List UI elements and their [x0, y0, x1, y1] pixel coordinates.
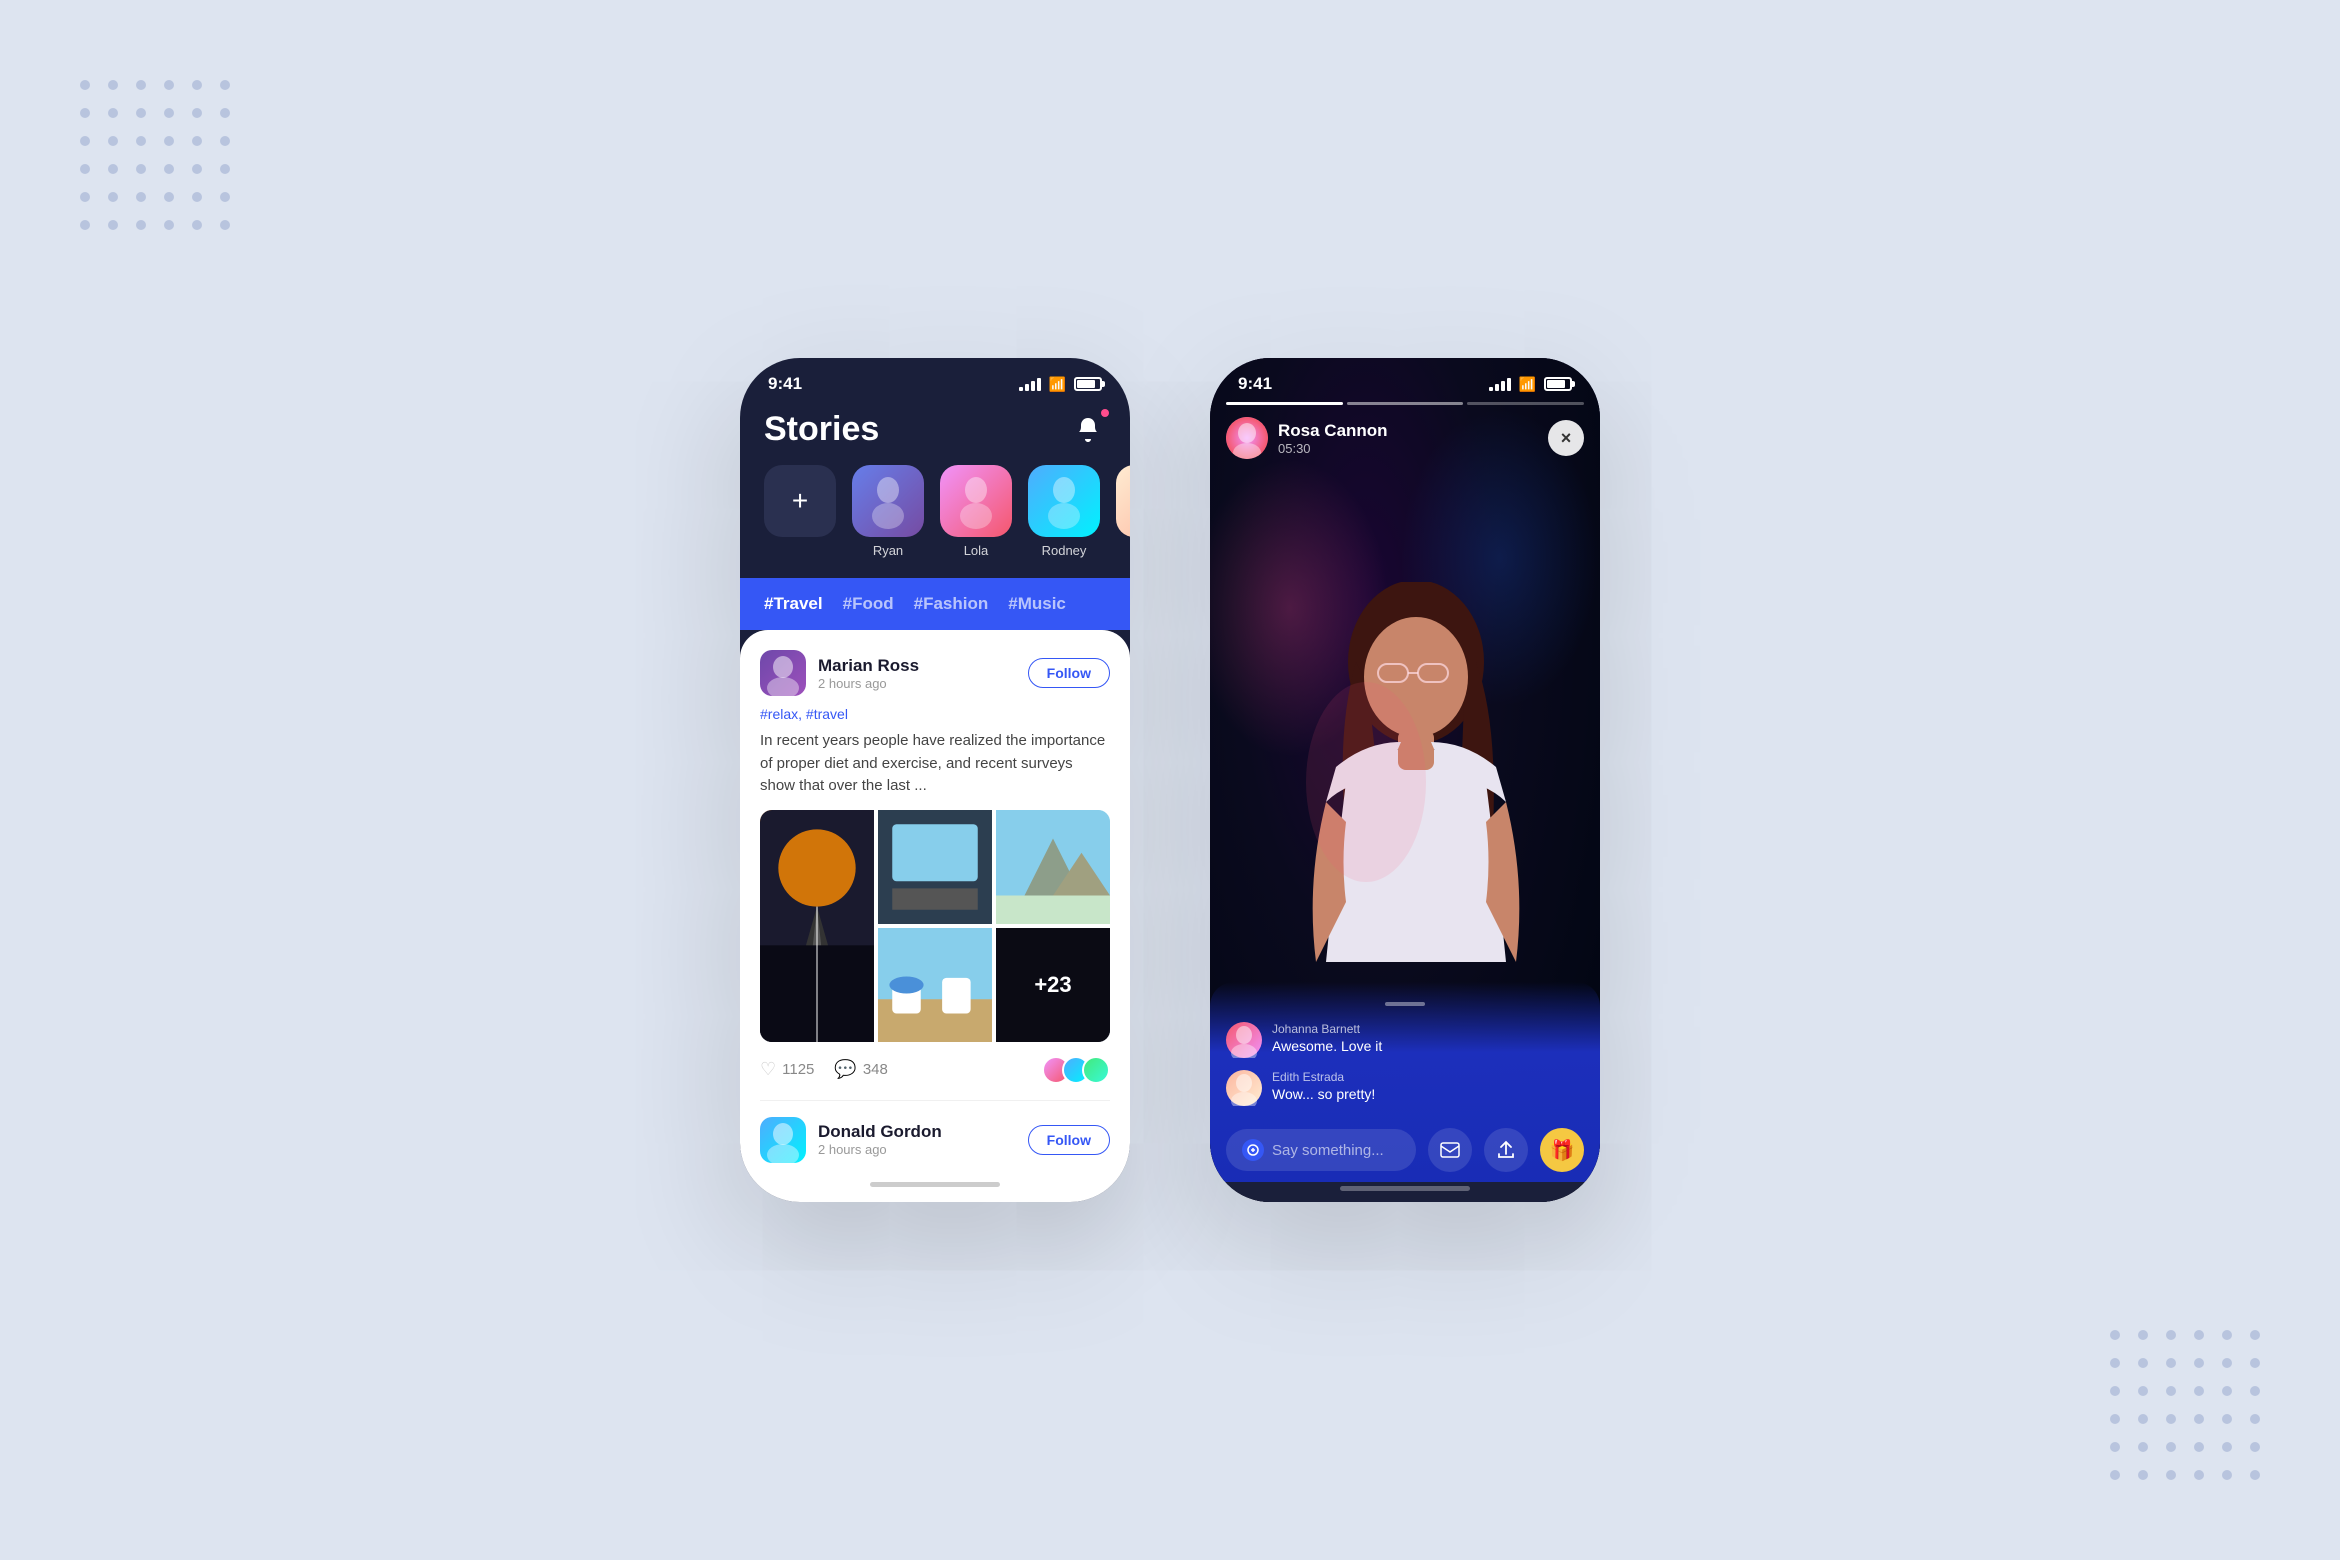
tag-travel[interactable]: #Travel [764, 594, 823, 614]
story-progress-bars [1210, 394, 1600, 413]
post-image-4[interactable] [878, 928, 992, 1042]
comments-count: 348 [863, 1061, 888, 1078]
share-button[interactable] [1484, 1128, 1528, 1172]
post-time-2: 2 hours ago [818, 1142, 942, 1157]
time-left: 9:41 [768, 374, 802, 394]
follow-button-1[interactable]: Follow [1028, 658, 1110, 688]
comments-stat[interactable]: 💬 348 [834, 1059, 887, 1080]
tag-music[interactable]: #Music [1008, 594, 1066, 614]
post-card-1: Marian Ross 2 hours ago Follow #relax, #… [760, 650, 1110, 1084]
right-phone: 9:41 📶 [1210, 358, 1600, 1202]
battery-icon-right [1544, 377, 1572, 391]
post-tags-1: #relax, #travel [760, 706, 1110, 722]
story-name-lola: Lola [964, 543, 989, 558]
more-images-overlay: +23 [996, 928, 1110, 1042]
status-icons-left: 📶 [1019, 376, 1102, 393]
notification-bell-button[interactable] [1070, 412, 1106, 448]
post-avatar-2 [760, 1117, 806, 1163]
status-bar-left: 9:41 📶 [740, 358, 1130, 402]
post-image-1[interactable] [760, 810, 874, 1042]
stories-row: + Ryan [740, 465, 1130, 578]
stories-header: Stories [740, 402, 1130, 465]
post-image-2[interactable] [878, 810, 992, 924]
likes-count: 1125 [782, 1061, 814, 1078]
time-right: 9:41 [1238, 374, 1272, 394]
post-footer-1: ♡ 1125 💬 348 [760, 1056, 1110, 1084]
say-placeholder: Say something... [1272, 1142, 1384, 1159]
phones-container: 9:41 📶 Stories [740, 358, 1600, 1202]
gift-icon: 🎁 [1550, 1138, 1575, 1163]
mini-avatar-3 [1082, 1056, 1110, 1084]
story-input-bar: Say something... [1226, 1118, 1584, 1182]
left-phone: 9:41 📶 Stories [740, 358, 1130, 1202]
story-user-name: Rosa Cannon [1278, 421, 1388, 441]
comment-avatar-2 [1226, 1070, 1262, 1106]
status-bar-right: 9:41 📶 [1210, 358, 1600, 394]
comment-text-2: Wow... so pretty! [1272, 1086, 1375, 1102]
wifi-icon-right: 📶 [1519, 376, 1536, 393]
status-icons-right: 📶 [1489, 376, 1572, 393]
follow-button-2[interactable]: Follow [1028, 1125, 1110, 1155]
post-image-3[interactable] [996, 810, 1110, 924]
story-item-susie[interactable]: Susie [1116, 465, 1130, 558]
story-name-rodney: Rodney [1042, 543, 1087, 558]
post-author-info-2: Donald Gordon 2 hours ago [760, 1117, 942, 1163]
story-name-ryan: Ryan [873, 543, 903, 558]
post-text-1: In recent years people have realized the… [760, 730, 1110, 798]
decorative-dots-left [80, 80, 230, 230]
tag-fashion[interactable]: #Fashion [914, 594, 989, 614]
tag-food[interactable]: #Food [843, 594, 894, 614]
post-avatar-1 [760, 650, 806, 696]
notification-dot [1101, 409, 1109, 417]
comment-item-2: Edith Estrada Wow... so pretty! [1226, 1070, 1584, 1106]
comment-item-1: Johanna Barnett Awesome. Love it [1226, 1022, 1584, 1058]
comment-content-2: Edith Estrada Wow... so pretty! [1272, 1070, 1375, 1102]
story-user-info: Rosa Cannon 05:30 [1226, 417, 1388, 459]
comment-icon: 💬 [834, 1059, 856, 1080]
post-author-name-1: Marian Ross [818, 656, 919, 676]
comment-avatar-1 [1226, 1022, 1262, 1058]
gift-button[interactable]: 🎁 [1540, 1128, 1584, 1172]
decorative-dots-right [2110, 1330, 2260, 1480]
heart-icon: ♡ [760, 1059, 776, 1080]
stories-title: Stories [764, 410, 879, 449]
post-image-5-more[interactable]: +23 [996, 928, 1110, 1042]
post-author-name-2: Donald Gordon [818, 1122, 942, 1142]
story-user-avatar [1226, 417, 1268, 459]
post-card-2: Donald Gordon 2 hours ago Follow [760, 1100, 1110, 1163]
add-story-button[interactable]: + [764, 465, 836, 558]
comment-text-1: Awesome. Love it [1272, 1038, 1382, 1054]
signal-icon [1019, 378, 1041, 391]
post-author-info-1: Marian Ross 2 hours ago [760, 650, 919, 696]
tags-section: #Travel #Food #Fashion #Music [740, 578, 1130, 630]
story-top-header: Rosa Cannon 05:30 × [1210, 413, 1600, 467]
feed-section: Marian Ross 2 hours ago Follow #relax, #… [740, 630, 1130, 1202]
story-item-rodney[interactable]: Rodney [1028, 465, 1100, 558]
home-indicator-right [1340, 1186, 1470, 1191]
home-indicator-left [870, 1182, 1000, 1187]
say-something-input[interactable]: Say something... [1226, 1129, 1416, 1171]
close-story-button[interactable]: × [1548, 420, 1584, 456]
post-image-grid-1: +23 [760, 810, 1110, 1042]
post-time-1: 2 hours ago [818, 676, 919, 691]
mail-button[interactable] [1428, 1128, 1472, 1172]
comment-username-1: Johanna Barnett [1272, 1022, 1382, 1036]
wifi-icon: 📶 [1049, 376, 1066, 393]
story-user-time: 05:30 [1278, 441, 1388, 456]
engagement-avatars [1050, 1056, 1110, 1084]
battery-icon [1074, 377, 1102, 391]
likes-stat[interactable]: ♡ 1125 [760, 1059, 814, 1080]
signal-icon-right [1489, 378, 1511, 391]
comment-content-1: Johanna Barnett Awesome. Love it [1272, 1022, 1382, 1054]
comment-username-2: Edith Estrada [1272, 1070, 1375, 1084]
story-item-ryan[interactable]: Ryan [852, 465, 924, 558]
story-item-lola[interactable]: Lola [940, 465, 1012, 558]
